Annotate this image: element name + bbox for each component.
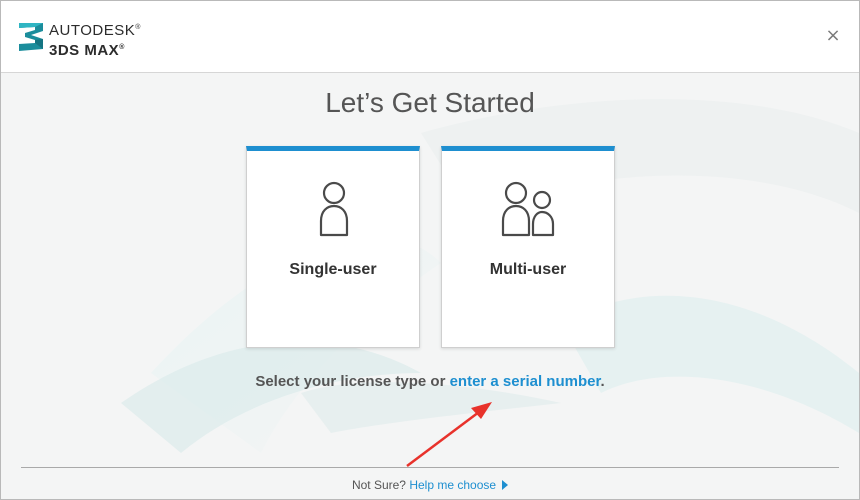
multi-user-card[interactable]: Multi-user bbox=[441, 146, 615, 348]
background-art bbox=[121, 99, 859, 453]
single-user-icon bbox=[319, 181, 349, 237]
single-user-label: Single-user bbox=[289, 261, 377, 278]
close-icon[interactable]: × bbox=[825, 27, 841, 45]
serial-number-link[interactable]: enter a serial number bbox=[450, 373, 601, 390]
brand-wordmark: AUTODESK® 3DS MAX® bbox=[49, 22, 141, 59]
3ds-max-logo-icon bbox=[19, 23, 43, 51]
not-sure-text: Not Sure? bbox=[351, 478, 406, 492]
multi-user-label: Multi-user bbox=[489, 261, 567, 278]
brand-product: 3DS MAX bbox=[49, 42, 120, 59]
footer-divider bbox=[21, 467, 839, 468]
license-prompt: Select your license type or enter a seri… bbox=[1, 373, 859, 390]
play-arrow-icon[interactable] bbox=[502, 480, 509, 490]
license-dialog: AUTODESK® 3DS MAX® × Let’s Get Started S… bbox=[0, 0, 860, 500]
multi-user-icon bbox=[501, 181, 555, 237]
header-bar: AUTODESK® 3DS MAX® × bbox=[1, 1, 859, 73]
help-me-choose-link[interactable]: Help me choose bbox=[409, 478, 496, 492]
page-title: Let’s Get Started bbox=[325, 87, 535, 118]
footer: Not Sure? Help me choose bbox=[1, 478, 859, 492]
brand-autodesk: AUTODESK bbox=[49, 22, 136, 39]
prompt-end: . bbox=[600, 373, 605, 390]
prompt-text: Select your license type or bbox=[255, 373, 450, 390]
single-user-card[interactable]: Single-user bbox=[246, 146, 420, 348]
